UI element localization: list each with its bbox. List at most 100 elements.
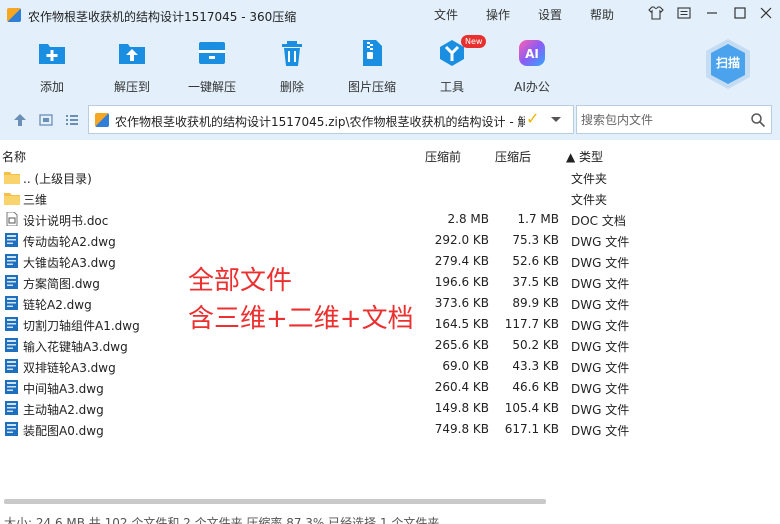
horizontal-scrollbar[interactable]	[4, 499, 546, 504]
file-compressed-size: 89.9 KB	[512, 296, 559, 310]
file-name: 方案简图.dwg	[23, 277, 100, 291]
extract-to-label: 解压到	[113, 80, 150, 94]
file-compressed-size: 50.2 KB	[512, 338, 559, 352]
menu-operation[interactable]: 操作	[486, 6, 510, 23]
file-type: DWG 文件	[571, 361, 630, 375]
file-size: 749.8 KB	[434, 422, 489, 436]
add-label: 添加	[39, 80, 64, 94]
svg-text:AI: AI	[525, 47, 539, 61]
toolbar: 添加 解压到 一键解压 删除 图片压缩 New 工具 AI AI办公 扫描	[0, 30, 780, 100]
file-row[interactable]: 设计说明书.doc 2.8 MB 1.7 MB DOC 文档	[0, 209, 780, 230]
file-row[interactable]: 中间轴A3.dwg 260.4 KB 46.6 KB DWG 文件	[0, 377, 780, 398]
tools-label: 工具	[439, 80, 464, 94]
file-name: 装配图A0.dwg	[23, 424, 104, 438]
delete-button[interactable]: 删除	[252, 36, 332, 96]
status-bar: 大小: 24.6 MB 共 102 个文件和 2 个文件夹 压缩率 87.3% …	[4, 516, 440, 524]
file-compressed-size: 105.4 KB	[504, 401, 559, 415]
menu-file[interactable]: 文件	[434, 6, 458, 23]
add-icon	[39, 44, 65, 64]
list-view-icon[interactable]	[64, 112, 80, 128]
file-row[interactable]: 装配图A0.dwg 749.8 KB 617.1 KB DWG 文件	[0, 419, 780, 440]
up-level-icon[interactable]	[12, 112, 28, 128]
file-compressed-size: 117.7 KB	[504, 317, 559, 331]
scan-label: 扫描	[715, 56, 740, 70]
ai-office-button[interactable]: AI AI办公	[492, 36, 572, 96]
path-field[interactable]: 农作物根茎收获机的结构设计1517045.zip\农作物根茎收获机的结构设计 -…	[88, 105, 574, 134]
doc-file-icon	[4, 211, 20, 227]
file-row[interactable]: 传动齿轮A2.dwg 292.0 KB 75.3 KB DWG 文件	[0, 230, 780, 251]
file-row[interactable]: 输入花键轴A3.dwg 265.6 KB 50.2 KB DWG 文件	[0, 335, 780, 356]
delete-icon	[282, 41, 302, 66]
dwg-file-icon	[4, 254, 20, 268]
window-title: 农作物根茎收获机的结构设计1517045 - 360压缩	[28, 10, 297, 24]
add-button[interactable]: 添加	[12, 36, 92, 96]
file-row[interactable]: 主动轴A2.dwg 149.8 KB 105.4 KB DWG 文件	[0, 398, 780, 419]
file-row[interactable]: 双排链轮A3.dwg 69.0 KB 43.3 KB DWG 文件	[0, 356, 780, 377]
dwg-file-icon	[4, 338, 20, 352]
close-icon[interactable]	[756, 5, 776, 25]
scan-button[interactable]: 扫描	[704, 38, 752, 90]
image-compress-label: 图片压缩	[347, 80, 396, 94]
checkmark-icon: ✓	[526, 109, 540, 128]
file-type: 文件夹	[571, 172, 608, 186]
extract-to-button[interactable]: 解压到	[92, 36, 172, 96]
file-name: .. (上级目录)	[23, 172, 92, 186]
search-box[interactable]	[576, 105, 772, 134]
maximize-icon[interactable]	[730, 5, 750, 25]
chevron-down-icon[interactable]	[549, 112, 563, 126]
app-window: 农作物根茎收获机的结构设计1517045 - 360压缩 文件 操作 设置 帮助…	[0, 0, 780, 524]
file-name: 三维	[23, 193, 48, 207]
thumbnail-view-icon[interactable]	[38, 112, 54, 128]
file-name: 链轮A2.dwg	[23, 298, 92, 312]
file-row[interactable]: 三维 文件夹	[0, 188, 780, 209]
file-type: DWG 文件	[571, 382, 630, 396]
file-size: 69.0 KB	[442, 359, 489, 373]
file-row[interactable]: .. (上级目录) 文件夹	[0, 167, 780, 188]
dwg-file-icon	[4, 275, 20, 289]
column-type[interactable]: ▲ 类型	[566, 148, 603, 165]
menu-settings[interactable]: 设置	[538, 6, 562, 23]
one-click-extract-label: 一键解压	[187, 80, 236, 94]
file-row[interactable]: 大锥齿轮A3.dwg 279.4 KB 52.6 KB DWG 文件	[0, 251, 780, 272]
address-bar: 农作物根茎收获机的结构设计1517045.zip\农作物根茎收获机的结构设计 -…	[0, 100, 780, 140]
file-name: 输入花键轴A3.dwg	[23, 340, 128, 354]
file-type: DWG 文件	[571, 424, 630, 438]
one-click-extract-button[interactable]: 一键解压	[172, 36, 252, 96]
dwg-file-icon	[4, 317, 20, 331]
file-size: 265.6 KB	[434, 338, 489, 352]
file-size: 292.0 KB	[434, 233, 489, 247]
ai-office-icon: AI	[519, 40, 545, 66]
folder-icon	[4, 191, 20, 205]
one-click-extract-icon	[199, 42, 225, 64]
dwg-file-icon	[4, 359, 20, 373]
file-compressed-size: 43.3 KB	[512, 359, 559, 373]
file-compressed-size: 52.6 KB	[512, 254, 559, 268]
file-name: 中间轴A3.dwg	[23, 382, 104, 396]
search-icon[interactable]	[750, 112, 766, 128]
minimize-icon[interactable]	[702, 5, 722, 25]
menu-help[interactable]: 帮助	[590, 6, 614, 23]
file-name: 双排链轮A3.dwg	[23, 361, 116, 375]
file-name: 传动齿轮A2.dwg	[23, 235, 116, 249]
file-name: 大锥齿轮A3.dwg	[23, 256, 116, 270]
path-text: 农作物根茎收获机的结构设计1517045.zip\农作物根茎收获机的结构设计 -…	[115, 115, 525, 129]
tools-button[interactable]: New 工具	[412, 35, 492, 96]
skin-icon[interactable]	[646, 5, 666, 25]
app-logo-icon	[7, 8, 21, 22]
image-compress-button[interactable]: 图片压缩	[332, 36, 412, 96]
column-size[interactable]: 压缩前	[425, 148, 461, 165]
feedback-icon[interactable]	[674, 5, 694, 25]
file-name: 设计说明书.doc	[23, 214, 109, 228]
file-row[interactable]: 方案简图.dwg 196.6 KB 37.5 KB DWG 文件	[0, 272, 780, 293]
file-type: DWG 文件	[571, 298, 630, 312]
file-compressed-size: 75.3 KB	[512, 233, 559, 247]
file-type: DWG 文件	[571, 277, 630, 291]
column-name[interactable]: 名称	[2, 148, 26, 165]
file-size: 260.4 KB	[434, 380, 489, 394]
search-input[interactable]	[581, 111, 741, 129]
column-compressed[interactable]: 压缩后	[495, 148, 531, 165]
file-compressed-size: 1.7 MB	[517, 212, 559, 226]
title-bar: 农作物根茎收获机的结构设计1517045 - 360压缩 文件 操作 设置 帮助	[0, 0, 780, 30]
file-type: 文件夹	[571, 193, 608, 207]
dwg-file-icon	[4, 380, 20, 394]
